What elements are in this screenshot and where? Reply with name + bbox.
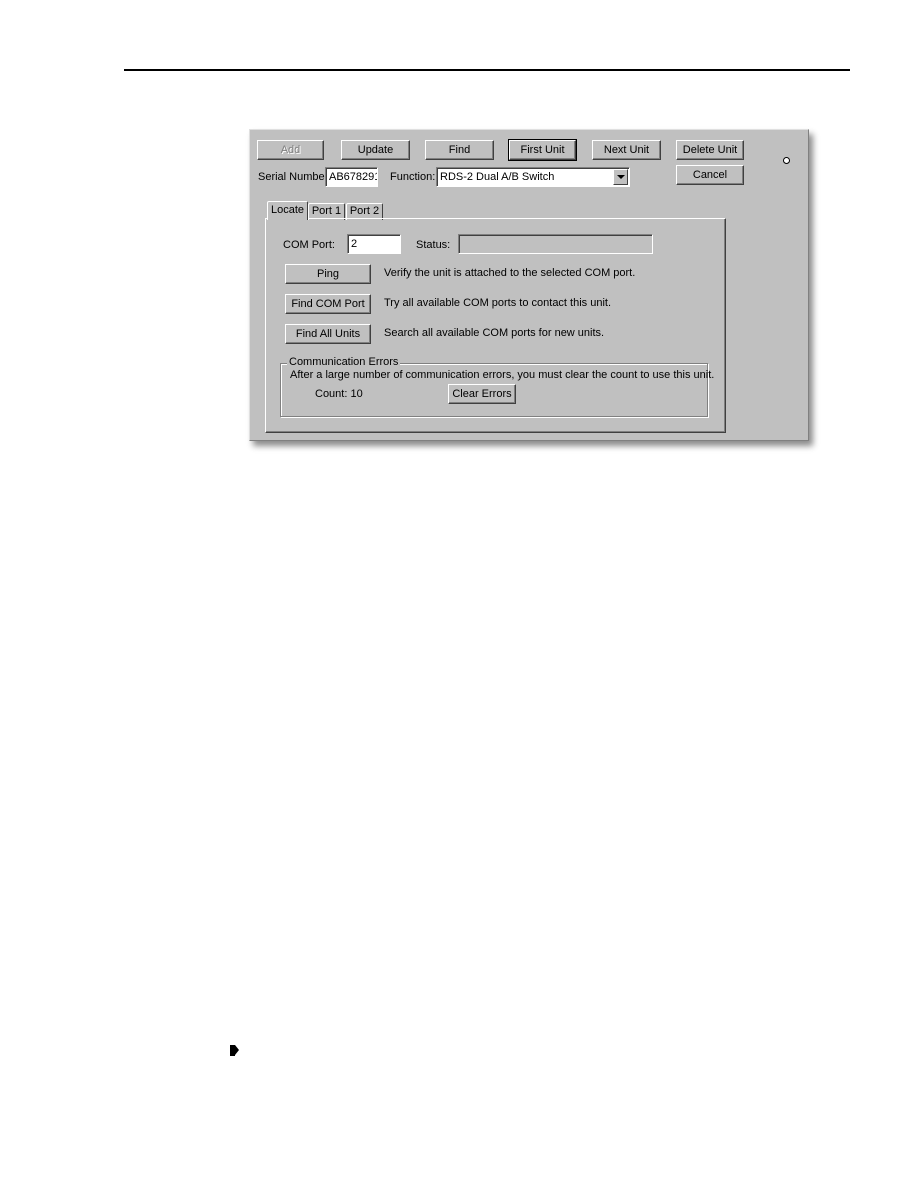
find-com-port-description: Try all available COM ports to contact t… bbox=[384, 297, 612, 309]
error-count: Count: 10 bbox=[315, 388, 363, 400]
communication-errors-message: After a large number of communication er… bbox=[290, 369, 715, 381]
chevron-down-icon[interactable] bbox=[613, 169, 628, 185]
find-all-units-description: Search all available COM ports for new u… bbox=[384, 327, 605, 339]
locate-tab-panel: COM Port: 2 Status: Ping Verify the unit… bbox=[265, 218, 726, 433]
serial-number-input[interactable]: AB678291 bbox=[325, 167, 378, 187]
serial-number-label: Serial Number: bbox=[258, 171, 332, 183]
cancel-button[interactable]: Cancel bbox=[676, 165, 744, 185]
delete-unit-button[interactable]: Delete Unit bbox=[676, 140, 744, 160]
unit-editor-dialog: Add Update Find First Unit Next Unit Del… bbox=[249, 129, 809, 441]
com-port-label: COM Port: bbox=[283, 239, 335, 251]
communication-errors-title: Communication Errors bbox=[287, 356, 401, 368]
add-button[interactable]: Add bbox=[257, 140, 324, 160]
status-field bbox=[458, 234, 653, 254]
page-header-rule bbox=[124, 69, 850, 71]
function-select-value: RDS-2 Dual A/B Switch bbox=[440, 171, 555, 183]
next-unit-button[interactable]: Next Unit bbox=[592, 140, 661, 160]
function-label: Function: bbox=[390, 171, 436, 183]
find-com-port-button[interactable]: Find COM Port bbox=[285, 294, 371, 314]
tab-locate[interactable]: Locate bbox=[267, 201, 308, 220]
status-label: Status: bbox=[416, 239, 451, 251]
function-select[interactable]: RDS-2 Dual A/B Switch bbox=[436, 167, 630, 187]
com-port-input[interactable]: 2 bbox=[347, 234, 401, 254]
communication-errors-group: Communication Errors After a large numbe… bbox=[280, 356, 714, 417]
find-all-units-button[interactable]: Find All Units bbox=[285, 324, 371, 344]
first-unit-button[interactable]: First Unit bbox=[508, 139, 577, 161]
update-button[interactable]: Update bbox=[341, 140, 410, 160]
clear-errors-button[interactable]: Clear Errors bbox=[448, 384, 516, 404]
ping-description: Verify the unit is attached to the selec… bbox=[384, 267, 636, 279]
find-button[interactable]: Find bbox=[425, 140, 494, 160]
status-indicator-icon bbox=[783, 157, 790, 164]
ping-button[interactable]: Ping bbox=[285, 264, 371, 284]
